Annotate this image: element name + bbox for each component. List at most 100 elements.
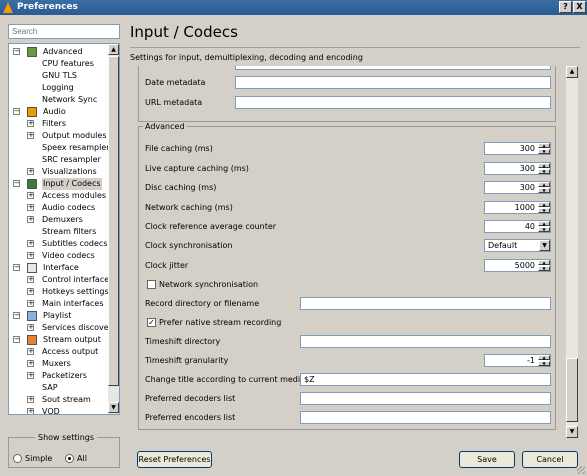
search-input[interactable] xyxy=(8,24,120,39)
record-dir-field[interactable] xyxy=(300,297,551,310)
tree-node[interactable]: + Audio codecs xyxy=(9,202,109,214)
file-caching-spinbox[interactable]: 300 ▲ ▼ xyxy=(484,142,551,155)
tree-node[interactable]: + Access output xyxy=(9,346,109,358)
clock-reference-spinbox[interactable]: 40 ▲ ▼ xyxy=(484,220,551,233)
native-recording-checkbox[interactable]: ✓ xyxy=(147,318,156,327)
tree-scrollbar[interactable]: ▲ ▼ xyxy=(108,44,119,414)
tree-node-label: Playlist xyxy=(43,311,72,320)
tree-node[interactable]: − Audio xyxy=(9,106,109,118)
advanced-category-icon xyxy=(27,47,37,57)
live-caching-spinbox[interactable]: 300 ▲ ▼ xyxy=(484,162,551,175)
save-button[interactable]: Save xyxy=(459,451,515,468)
clock-sync-select[interactable]: Default ▼ xyxy=(484,239,551,252)
tree-node[interactable]: + Muxers xyxy=(9,358,109,370)
expand-icon[interactable]: + xyxy=(27,240,34,247)
expand-icon[interactable]: + xyxy=(27,216,34,223)
tree-node[interactable]: SAP xyxy=(9,382,109,394)
all-radio[interactable] xyxy=(65,454,74,463)
network-sync-checkbox[interactable] xyxy=(147,280,156,289)
help-button[interactable]: ? xyxy=(559,1,572,13)
tree-node[interactable]: + Access modules xyxy=(9,190,109,202)
expand-icon[interactable]: + xyxy=(27,192,34,199)
expand-icon[interactable]: + xyxy=(27,276,34,283)
scroll-up-icon[interactable]: ▲ xyxy=(108,44,119,55)
disc-caching-spinbox[interactable]: 300 ▲ ▼ xyxy=(484,181,551,194)
tree-node[interactable]: GNU TLS xyxy=(9,70,109,82)
scroll-down-icon[interactable]: ▼ xyxy=(566,426,578,438)
expand-icon[interactable]: + xyxy=(27,324,34,331)
tree-node-label: Filters xyxy=(42,119,66,128)
tree-node[interactable]: + Visualizations xyxy=(9,166,109,178)
collapse-icon[interactable]: − xyxy=(13,108,20,115)
collapse-icon[interactable]: − xyxy=(13,264,20,271)
collapse-icon[interactable]: − xyxy=(13,336,20,343)
tree-node[interactable]: + Main interfaces xyxy=(9,298,109,310)
expand-icon[interactable]: + xyxy=(27,396,34,403)
network-caching-spinbox[interactable]: 1000 ▲ ▼ xyxy=(484,201,551,214)
change-title-field[interactable]: $Z xyxy=(300,373,551,386)
tree-node[interactable]: + Demuxers xyxy=(9,214,109,226)
tree-node[interactable]: + Control interfaces xyxy=(9,274,113,286)
category-tree[interactable]: − Advanced CPU features GNU TLS Logging Netwo… xyxy=(8,43,120,415)
reset-preferences-button[interactable]: Reset Preferences xyxy=(137,451,212,468)
tree-node[interactable]: CPU features xyxy=(9,58,109,70)
tree-node[interactable]: + Hotkeys settings xyxy=(9,286,109,298)
tree-node-label: Control interfaces xyxy=(42,275,114,284)
date-metadata-field[interactable] xyxy=(235,76,551,89)
tree-node-label: Advanced xyxy=(43,47,83,56)
clock-jitter-spinbox[interactable]: 5000 ▲ ▼ xyxy=(484,259,551,272)
collapse-icon[interactable]: − xyxy=(13,312,20,319)
tree-node[interactable]: + Filters xyxy=(9,118,109,130)
resize-grip[interactable] xyxy=(577,466,585,474)
tree-node[interactable]: SRC resampler xyxy=(9,154,109,166)
tree-node[interactable]: Network Sync xyxy=(9,94,109,106)
tree-node-label: CPU features xyxy=(42,59,94,68)
tree-node[interactable]: Speex resampler xyxy=(9,142,110,154)
tree-node[interactable]: − Advanced xyxy=(9,46,109,58)
scroll-up-icon[interactable]: ▲ xyxy=(566,66,578,78)
expand-icon[interactable]: + xyxy=(27,408,34,414)
expand-icon[interactable]: + xyxy=(27,360,34,367)
close-button[interactable]: X xyxy=(573,1,586,13)
tree-scrollbar-thumb[interactable] xyxy=(108,56,119,386)
scroll-down-icon[interactable]: ▼ xyxy=(108,402,119,413)
tree-node[interactable]: Stream filters xyxy=(9,226,109,238)
url-metadata-field[interactable] xyxy=(235,96,551,109)
collapse-icon[interactable]: − xyxy=(13,48,20,55)
settings-scrollbar[interactable]: ▲ ▼ xyxy=(566,66,578,438)
expand-icon[interactable]: + xyxy=(27,120,34,127)
preferred-encoders-field[interactable] xyxy=(300,411,551,424)
cancel-button[interactable]: Cancel xyxy=(522,451,578,468)
chevron-down-icon[interactable]: ▼ xyxy=(539,240,550,251)
simple-radio[interactable] xyxy=(13,454,22,463)
tree-node[interactable]: − Interface xyxy=(9,262,109,274)
expand-icon[interactable]: + xyxy=(27,300,34,307)
tree-node[interactable]: + VOD xyxy=(9,406,109,414)
tree-node[interactable]: + Output modules xyxy=(9,130,109,142)
description-metadata-field[interactable] xyxy=(235,66,551,70)
file-caching-label: File caching (ms) xyxy=(145,144,213,153)
timeshift-granularity-spinbox[interactable]: -1 ▲ ▼ xyxy=(484,354,551,367)
playlist-category-icon xyxy=(27,311,37,321)
expand-icon[interactable]: + xyxy=(27,204,34,211)
tree-node[interactable]: − Stream output xyxy=(9,334,109,346)
expand-icon[interactable]: + xyxy=(27,168,34,175)
tree-node[interactable]: − Playlist xyxy=(9,310,109,322)
tree-node[interactable]: − Input / Codecs xyxy=(9,178,109,190)
clock-jitter-label: Clock jitter xyxy=(145,261,189,270)
expand-icon[interactable]: + xyxy=(27,348,34,355)
tree-node[interactable]: + Services discovery xyxy=(9,322,117,334)
tree-node[interactable]: + Subtitles codecs xyxy=(9,238,109,250)
timeshift-dir-field[interactable] xyxy=(300,335,551,348)
tree-node[interactable]: + Video codecs xyxy=(9,250,109,262)
scrollbar-thumb[interactable] xyxy=(566,358,578,422)
expand-icon[interactable]: + xyxy=(27,288,34,295)
tree-node[interactable]: Logging xyxy=(9,82,109,94)
expand-icon[interactable]: + xyxy=(27,372,34,379)
tree-node[interactable]: + Sout stream xyxy=(9,394,109,406)
preferred-decoders-field[interactable] xyxy=(300,392,551,405)
expand-icon[interactable]: + xyxy=(27,132,34,139)
expand-icon[interactable]: + xyxy=(27,252,34,259)
collapse-icon[interactable]: − xyxy=(13,180,20,187)
tree-node[interactable]: + Packetizers xyxy=(9,370,109,382)
